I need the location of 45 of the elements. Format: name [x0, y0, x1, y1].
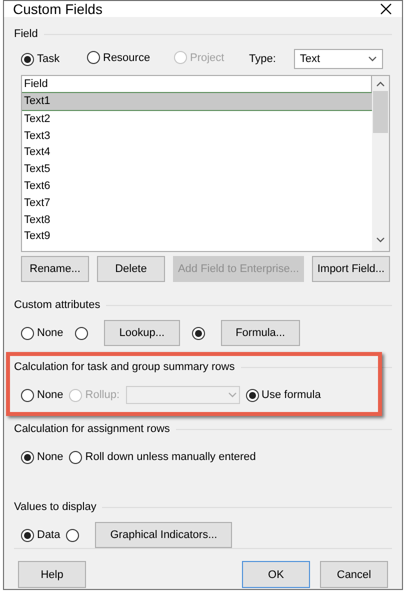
radio-option[interactable]: Data — [21, 528, 60, 542]
dialog-button[interactable]: Help — [18, 561, 86, 588]
window-title: Custom Fields — [13, 1, 102, 17]
radio-button[interactable] — [87, 51, 100, 64]
radio-button[interactable] — [246, 388, 259, 402]
radio-option[interactable]: Resource — [87, 51, 150, 64]
dialog-button[interactable]: OK — [242, 561, 310, 588]
section-title: Field — [14, 28, 38, 40]
option-button[interactable]: Lookup... — [104, 320, 180, 346]
action-button[interactable]: Import Field... — [312, 256, 390, 282]
radio-button[interactable] — [21, 450, 34, 464]
chevron-down-icon — [228, 392, 237, 398]
radio-button[interactable] — [21, 528, 34, 542]
list-row[interactable]: Text1 — [22, 93, 372, 111]
radio-option[interactable]: Task — [21, 52, 60, 66]
chevron-down-icon — [376, 237, 385, 243]
option-button[interactable]: Graphical Indicators... — [95, 522, 232, 548]
radio-button[interactable] — [69, 450, 82, 464]
radio-option[interactable]: Roll down unless manually entered — [69, 450, 256, 464]
radio-option[interactable]: None — [21, 388, 64, 402]
radio-option[interactable]: None — [21, 326, 64, 340]
radio-button[interactable] — [21, 52, 34, 66]
column-header[interactable]: Field — [22, 76, 372, 93]
type-dropdown[interactable]: Text — [294, 49, 383, 69]
close-icon[interactable] — [380, 3, 392, 15]
radio-button[interactable] — [66, 528, 80, 542]
chevron-down-icon — [368, 56, 377, 62]
radio-option[interactable]: None — [21, 450, 64, 464]
radio-button[interactable] — [21, 326, 34, 340]
scrollbar[interactable] — [372, 76, 389, 251]
radio-button[interactable] — [75, 326, 88, 340]
radio-button[interactable] — [21, 388, 34, 402]
section-title: Values to display — [14, 501, 96, 513]
option-button[interactable]: Formula... — [220, 320, 300, 346]
radio-option[interactable]: Use formula — [246, 388, 321, 402]
action-button[interactable]: Delete — [96, 256, 165, 282]
scrollbar-thumb[interactable] — [373, 91, 388, 133]
section-title: Calculation for assignment rows — [14, 423, 170, 435]
section-title: Custom attributes — [14, 299, 100, 311]
dialog-button[interactable]: Cancel — [320, 561, 388, 588]
section-title: Calculation for task and group summary rows — [14, 361, 235, 373]
type-label: Type: — [249, 53, 276, 65]
chevron-up-icon — [376, 81, 385, 87]
action-button[interactable]: Rename... — [21, 256, 89, 282]
radio-button[interactable] — [192, 326, 205, 340]
